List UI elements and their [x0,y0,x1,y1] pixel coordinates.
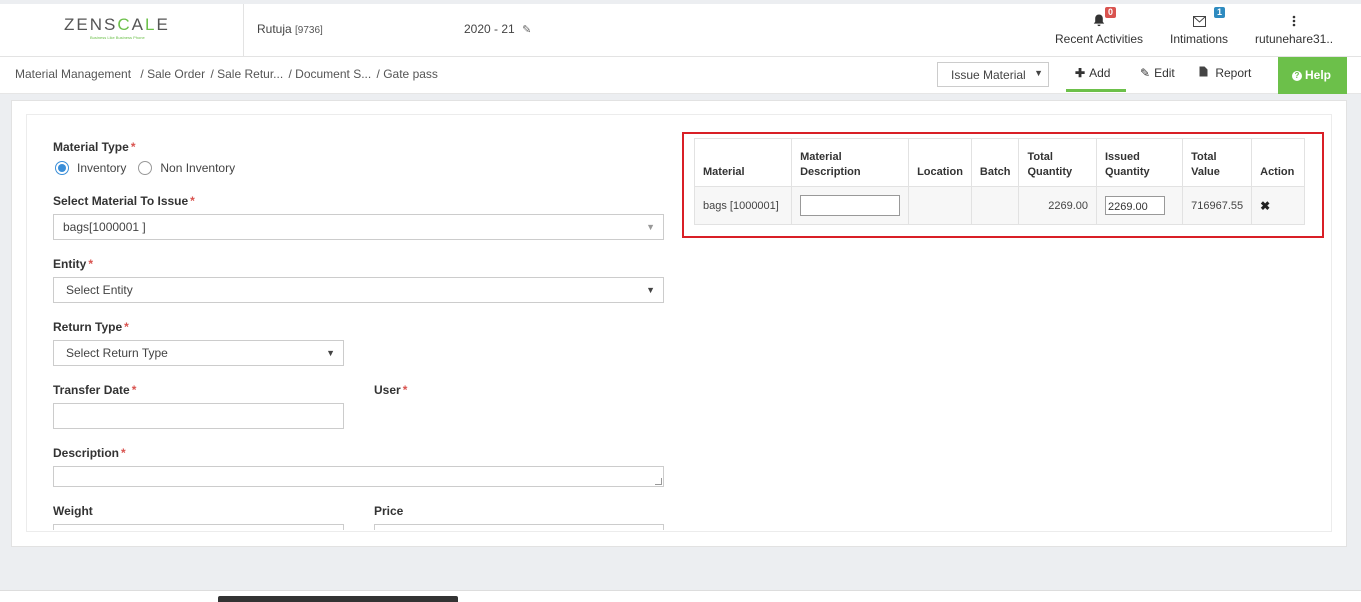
cell-total-quantity: 2269.00 [1018,186,1097,225]
user-label: User * [374,383,408,397]
description-textarea[interactable] [53,466,664,487]
user-name: rutunehare31.. [1254,32,1334,46]
material-table: Material Material Description Location B… [693,138,1305,225]
company-name: Rutuja [257,22,292,36]
recent-activities-button[interactable]: 0 Recent Activities [1055,7,1144,46]
select-material-label: Select Material To Issue * [53,194,195,208]
breadcrumb-item[interactable]: Material Management [15,67,131,81]
return-type-placeholder: Select Return Type [66,346,168,360]
material-description-input[interactable] [800,195,901,216]
select-material-value: bags[1000001 ] [63,220,146,234]
col-header-material: Material [693,138,793,187]
cell-location [908,186,972,225]
intimations-count: 1 [1214,7,1226,18]
material-type-radio-group: Inventory Non Inventory [55,161,247,175]
chevron-down-icon: ▼ [646,222,655,232]
breadcrumb-item[interactable]: / Document S... [289,67,372,81]
logo-tagline: Business Like Business Phone [90,35,145,40]
mode-select-value: Issue Material [951,68,1026,82]
col-header-location: Location [908,138,972,187]
vertical-dots-icon [1292,15,1296,30]
material-type-label: Material Type * [53,140,136,154]
transfer-date-label: Transfer Date * [53,383,137,397]
cell-total-value: 716967.55 [1182,186,1253,225]
cell-action: ✖ [1251,186,1305,225]
delete-row-icon[interactable]: ✖ [1260,199,1270,213]
col-header-issued-quantity: Issued Quantity [1095,138,1184,187]
breadcrumb-item[interactable]: / Gate pass [377,67,438,81]
cell-material: bags [1000001] [693,186,793,225]
price-label: Price [374,504,404,518]
cell-issued-quantity [1095,186,1184,225]
cell-material-description [791,186,910,225]
edit-icon: ✎ [1140,66,1151,80]
select-material-dropdown[interactable]: bags[1000001 ] ▼ [53,214,664,240]
col-header-material-description: Material Description [791,138,910,187]
return-type-label: Return Type * [53,320,129,334]
col-header-total-value: Total Value [1182,138,1253,187]
fiscal-year: 2020 - 21 [464,22,515,36]
price-input[interactable] [374,524,664,530]
company-code: [9736] [295,25,323,36]
bell-icon [1093,14,1105,30]
table-header-row: Material Material Description Location B… [693,138,1305,187]
envelope-icon [1192,16,1206,30]
plus-icon: ✚ [1075,66,1086,80]
dropdown-arrow-icon: ▼ [326,348,335,358]
transfer-date-input[interactable] [53,403,344,429]
breadcrumb-item[interactable]: / Sale Retur... [210,67,283,81]
col-header-batch: Batch [970,138,1020,187]
file-icon [1199,66,1211,80]
edit-icon[interactable]: ✎ [522,23,531,36]
dropdown-arrow-icon: ▼ [1034,68,1043,78]
user-menu[interactable]: rutunehare31.. [1254,10,1334,46]
description-label: Description * [53,446,126,460]
horizontal-scrollbar[interactable] [218,596,458,602]
active-tab-indicator [1066,89,1126,92]
breadcrumb: Material Management / Sale Order / Sale … [15,67,440,81]
recent-activities-count: 0 [1105,7,1117,18]
tab-report[interactable]: Report [1199,66,1251,80]
tab-edit[interactable]: ✎ Edit [1140,66,1175,80]
radio-non-inventory-label[interactable]: Non Inventory [160,161,235,175]
table-row: bags [1000001] 2269.00 716967.55 ✖ [693,186,1305,225]
fiscal-year-selector[interactable]: 2020 - 21 ✎ [464,22,531,36]
radio-non-inventory[interactable] [138,161,153,175]
radio-inventory[interactable] [55,161,69,175]
cell-batch [970,186,1020,225]
col-header-action: Action [1251,138,1305,187]
breadcrumb-item[interactable]: / Sale Order [140,67,205,81]
radio-inventory-label[interactable]: Inventory [77,161,126,175]
question-icon: ? [1292,71,1302,81]
issued-quantity-input[interactable] [1104,196,1165,215]
entity-placeholder: Select Entity [66,283,133,297]
help-button[interactable]: ? Help [1278,57,1347,94]
entity-select[interactable]: Select Entity ▼ [53,277,664,303]
breadcrumb-bar: Material Management / Sale Order / Sale … [0,57,1361,94]
company-selector[interactable]: Rutuja [9736] [257,22,323,36]
dropdown-arrow-icon: ▼ [646,285,655,295]
top-header: ZENSCALE Business Like Business Phone Ru… [0,4,1361,57]
intimations-label: Intimations [1169,32,1229,46]
zenscale-logo[interactable]: ZENSCALE Business Like Business Phone [64,16,176,46]
header-divider [243,4,244,57]
weight-label: Weight [53,504,93,518]
bottom-strip [0,590,1361,602]
weight-input[interactable] [53,524,344,530]
col-header-total-quantity: Total Quantity [1018,138,1097,187]
recent-activities-label: Recent Activities [1055,32,1144,46]
tab-add[interactable]: ✚ Add [1075,66,1110,80]
resize-handle-icon[interactable] [655,478,662,485]
entity-label: Entity * [53,257,94,271]
return-type-select[interactable]: Select Return Type ▼ [53,340,344,366]
intimations-button[interactable]: 1 Intimations [1166,7,1232,46]
mode-select[interactable]: Issue Material ▼ [937,62,1049,87]
